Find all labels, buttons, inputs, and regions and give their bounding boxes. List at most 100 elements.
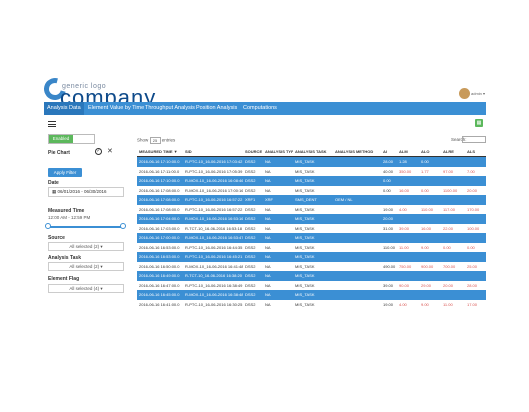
table-row[interactable]: 2016-06-16 16:45:00.0 R-MOX-10_16-06-2016… [137, 290, 486, 300]
table-cell: 110.00 [381, 242, 397, 252]
source-select[interactable]: All selected (2) ▾ [48, 242, 124, 251]
menu-toggle-icon[interactable] [48, 121, 56, 127]
table-row[interactable]: 2016-06-16 16:49:00.0 R-TCT-10_16-06-2016… [137, 271, 486, 281]
table-cell [419, 290, 441, 300]
table-row[interactable]: 2016-06-16 16:41:00.0 R-PTC-10_16-06-2016… [137, 299, 486, 309]
time-slider-start-handle[interactable] [45, 223, 51, 229]
table-row[interactable]: 2016-06-16 17:08:00.0 R-PTC-10_16-06-2016… [137, 195, 486, 205]
table-cell: R-MOX-10_16-06-2016 16:53:47 [183, 233, 243, 243]
column-header[interactable]: ALRE [441, 146, 465, 157]
check-circle-icon[interactable]: ✓ [95, 148, 102, 155]
show-entries-control: Show 25 entries [137, 137, 175, 144]
table-row[interactable]: 2016-06-16 17:10:00.0 R-PTC-10_16-06-2016… [137, 156, 486, 167]
nav-tab-element-value-by-time[interactable]: Element Value by Time [85, 102, 147, 115]
table-cell: 20.00 [465, 185, 486, 195]
table-row[interactable]: 2016-06-16 17:08:00.0 R-PTC-10_16-06-2016… [137, 204, 486, 214]
table-cell: 2016-06-16 17:10:00.0 [137, 176, 183, 186]
table-row[interactable]: 2016-06-16 17:10:00.0 R-MOX-10_16-06-2016… [137, 176, 486, 186]
column-header[interactable]: ANALYSIS METHOD [333, 146, 381, 157]
table-row[interactable]: 2016-06-16 16:47:00.0 R-PTC-10_16-06-2016… [137, 280, 486, 290]
table-cell [333, 166, 381, 176]
table-cell: 16.00 [419, 223, 441, 233]
table-cell: 20.00 [441, 280, 465, 290]
table-cell: R-TCT-10_16-06-2016 16:38:20 [183, 271, 243, 281]
table-cell: MIS_TASK [293, 290, 333, 300]
source-label: Source [48, 235, 65, 241]
column-header[interactable]: SID [183, 146, 243, 157]
search-input[interactable] [462, 136, 486, 143]
nav-tab-position-analysis[interactable]: Position Analysis [193, 102, 240, 115]
table-cell: R-PTC-10_16-06-2016 17:03:42 [183, 156, 243, 167]
column-header[interactable]: ALS [465, 146, 486, 157]
table-cell [397, 233, 419, 243]
table-cell [397, 271, 419, 281]
column-header[interactable]: ANALYSIS TASK [293, 146, 333, 157]
user-avatar-icon[interactable] [459, 88, 470, 99]
user-menu[interactable]: admin ▾ [471, 91, 485, 96]
column-header[interactable]: AI [381, 146, 397, 157]
table-cell: 2016-06-16 17:03:00.0 [137, 223, 183, 233]
table-cell: NA [263, 271, 293, 281]
table-cell [465, 290, 486, 300]
table-cell [381, 195, 397, 205]
date-range-input[interactable]: ▦ 06/01/2016 - 06/30/2016 [48, 187, 124, 197]
table-cell: MIS_TASK [293, 299, 333, 309]
element-flag-select[interactable]: All selected (4) ▾ [48, 284, 124, 293]
table-cell: MIS_TASK [293, 204, 333, 214]
toggle-label: Enabled [49, 135, 73, 143]
table-row[interactable]: 2016-06-16 17:03:00.0 R-TCT-10_16-06-2016… [137, 223, 486, 233]
table-cell: XRF [263, 195, 293, 205]
table-row[interactable]: 2016-06-16 17:04:00.0 R-MOX-10_16-06-2016… [137, 214, 486, 224]
nav-tab-computations[interactable]: Computations [240, 102, 280, 115]
table-cell: 2016-06-16 17:00:00.0 [137, 233, 183, 243]
column-header[interactable]: ALM [397, 146, 419, 157]
column-header[interactable]: SOURCE [243, 146, 263, 157]
table-cell: 900.00 [419, 261, 441, 271]
nav-tab-analysis-data[interactable]: Analysis Data [44, 102, 84, 115]
table-row[interactable]: 2016-06-16 17:11:00.0 R-PTC-10_16-06-2016… [137, 166, 486, 176]
table-cell: 0.00 [419, 156, 441, 167]
table-row[interactable]: 2016-06-16 16:53:00.0 R-PTC-10_16-06-2016… [137, 242, 486, 252]
table-cell: DSS2 [243, 280, 263, 290]
table-cell: DSS2 [243, 156, 263, 167]
table-cell: 2016-06-16 16:53:00.0 [137, 242, 183, 252]
analysis-task-label: Analysis Task [48, 255, 81, 261]
table-cell [419, 252, 441, 262]
table-cell: DSS2 [243, 261, 263, 271]
table-cell: 9.00 [419, 242, 441, 252]
table-row[interactable]: 2016-06-16 17:08:00.0 R-MOX-10_16-06-2016… [137, 185, 486, 195]
table-cell: 11.00 [397, 242, 419, 252]
column-header[interactable]: MEASURED TIME ▼ [137, 146, 183, 157]
table-cell: 0.00 [381, 185, 397, 195]
time-slider-track[interactable] [48, 226, 123, 228]
table-cell: 39.00 [381, 280, 397, 290]
table-cell: NA [263, 252, 293, 262]
table-row[interactable]: 2016-06-16 16:50:00.0 R-MOX-10_16-06-2016… [137, 261, 486, 271]
apply-filter-button[interactable]: Apply Filter [48, 168, 82, 177]
column-header[interactable]: ALO [419, 146, 441, 157]
table-cell: R-PTC-10_16-06-2016 16:38:49 [183, 280, 243, 290]
table-cell: 170.00 [465, 204, 486, 214]
table-row[interactable]: 2016-06-16 16:53:00.0 R-PTC-10_16-06-2016… [137, 252, 486, 262]
table-cell [465, 214, 486, 224]
export-excel-icon[interactable]: ▦ [475, 119, 483, 127]
table-cell: NA [263, 261, 293, 271]
expand-arrows-icon[interactable]: ✕ [107, 148, 113, 155]
table-cell [397, 176, 419, 186]
analysis-task-select[interactable]: All selected (2) ▾ [48, 262, 124, 271]
table-cell: 350.00 [397, 166, 419, 176]
enabled-toggle[interactable]: Enabled [48, 134, 95, 144]
table-cell: 7.00 [465, 166, 486, 176]
page-size-select[interactable]: 25 [149, 137, 161, 144]
table-cell: NA [263, 242, 293, 252]
table-cell [441, 290, 465, 300]
table-header-row: MEASURED TIME ▼SIDSOURCEANALYSIS TYPEANA… [137, 146, 486, 157]
table-cell [397, 214, 419, 224]
nav-tab-throughput-analysis[interactable]: Throughput Analysis [142, 102, 198, 115]
table-cell [333, 252, 381, 262]
table-cell [419, 271, 441, 281]
time-slider-end-handle[interactable] [120, 223, 126, 229]
column-header[interactable]: ANALYSIS TYPE [263, 146, 293, 157]
table-row[interactable]: 2016-06-16 17:00:00.0 R-MOX-10_16-06-2016… [137, 233, 486, 243]
table-cell: MIS_TASK [293, 233, 333, 243]
